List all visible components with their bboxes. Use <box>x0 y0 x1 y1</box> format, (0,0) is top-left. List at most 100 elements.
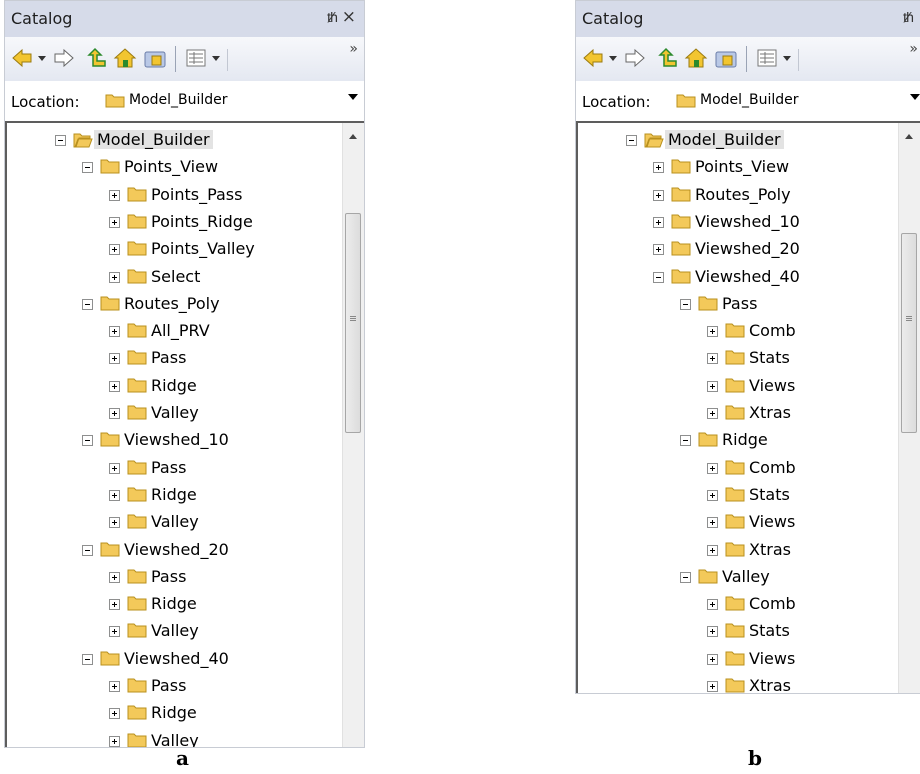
folder-icon <box>725 487 745 502</box>
home-folder-icon[interactable] <box>113 47 137 69</box>
folder-icon <box>725 350 745 365</box>
expand-icon[interactable] <box>109 489 120 501</box>
expand-icon[interactable] <box>707 653 718 665</box>
expand-icon[interactable] <box>109 571 120 583</box>
collapse-icon[interactable] <box>82 435 93 447</box>
tree-node-label: Points_View <box>124 157 219 177</box>
back-arrow-icon[interactable] <box>11 47 33 69</box>
expand-icon[interactable] <box>109 681 120 692</box>
tree-node-label: Select <box>151 266 201 286</box>
vertical-scrollbar[interactable] <box>898 123 920 693</box>
scrollbar-thumb[interactable] <box>345 213 361 433</box>
view-dropdown-icon[interactable] <box>782 53 792 63</box>
chevron-down-icon[interactable] <box>910 94 920 100</box>
expand-icon[interactable] <box>707 544 718 556</box>
expand-icon[interactable] <box>653 189 664 201</box>
back-dropdown-icon[interactable] <box>608 53 618 63</box>
collapse-icon[interactable] <box>680 435 691 447</box>
expand-icon[interactable] <box>109 735 120 747</box>
tree-node-label: Viewshed_10 <box>124 430 229 450</box>
expand-icon[interactable] <box>109 517 120 529</box>
connect-folder-icon[interactable] <box>143 47 167 69</box>
expand-icon[interactable] <box>707 517 718 529</box>
folder-icon <box>100 159 120 174</box>
expand-icon[interactable] <box>707 353 718 365</box>
location-dropdown[interactable]: Model_Builder <box>97 88 364 112</box>
expand-icon[interactable] <box>109 353 120 365</box>
view-options-icon[interactable] <box>756 47 778 69</box>
collapse-icon[interactable] <box>653 271 664 283</box>
forward-arrow-icon[interactable] <box>624 47 646 69</box>
home-folder-icon[interactable] <box>684 47 708 69</box>
tree-node-label: Model_Builder <box>665 130 784 149</box>
pin-icon[interactable]: ᵺ <box>327 9 338 26</box>
expand-icon[interactable] <box>109 708 120 720</box>
scroll-up-icon[interactable] <box>905 134 913 139</box>
collapse-icon[interactable] <box>680 298 691 310</box>
collapse-icon[interactable] <box>55 135 66 146</box>
forward-arrow-icon[interactable] <box>53 47 75 69</box>
tree-node-label: Valley <box>151 403 199 422</box>
collapse-icon[interactable] <box>626 135 637 146</box>
toolbar-overflow-icon[interactable]: » <box>349 41 358 57</box>
expand-icon[interactable] <box>653 162 664 174</box>
expand-icon[interactable] <box>109 244 120 256</box>
up-one-level-icon[interactable] <box>656 47 678 69</box>
expand-icon[interactable] <box>707 408 718 419</box>
expand-icon[interactable] <box>109 626 120 638</box>
back-dropdown-icon[interactable] <box>37 53 47 63</box>
collapse-icon[interactable] <box>680 571 691 583</box>
connect-folder-icon[interactable] <box>714 47 738 69</box>
expand-icon[interactable] <box>109 408 120 419</box>
folder-icon <box>698 296 718 311</box>
folder-icon <box>127 678 147 693</box>
expand-icon[interactable] <box>109 380 120 392</box>
expand-icon[interactable] <box>653 244 664 256</box>
collapse-icon[interactable] <box>82 653 93 665</box>
expand-icon[interactable] <box>109 599 120 611</box>
catalog-tree: Model_Builder Points_View Routes_Poly Views… <box>578 123 898 693</box>
expand-icon[interactable] <box>707 681 718 692</box>
collapse-icon[interactable] <box>82 162 93 174</box>
expand-icon[interactable] <box>653 216 664 228</box>
figure-caption-b: b <box>748 746 762 770</box>
expand-icon[interactable] <box>707 326 718 338</box>
expand-icon[interactable] <box>109 462 120 474</box>
expand-icon[interactable] <box>707 599 718 611</box>
catalog-toolbar: » <box>5 37 364 82</box>
tree-node-label: Valley <box>722 566 770 586</box>
expand-icon[interactable] <box>109 216 120 228</box>
tree-node-label: Points_View <box>695 157 790 177</box>
folder-icon <box>100 296 120 311</box>
expand-icon[interactable] <box>109 189 120 201</box>
collapse-icon[interactable] <box>82 298 93 310</box>
collapse-icon[interactable] <box>82 544 93 556</box>
expand-icon[interactable] <box>707 380 718 392</box>
scroll-up-icon[interactable] <box>349 134 357 139</box>
toolbar-overflow-icon[interactable]: » <box>909 41 918 57</box>
folder-icon <box>725 678 745 693</box>
tree-node-label: Stats <box>749 621 790 641</box>
up-one-level-icon[interactable] <box>85 47 107 69</box>
folder-icon <box>725 460 745 475</box>
tree-node-label: Routes_Poly <box>695 184 791 204</box>
view-options-icon[interactable] <box>185 47 207 69</box>
back-arrow-icon[interactable] <box>582 47 604 69</box>
location-dropdown[interactable]: Model_Builder <box>668 88 920 112</box>
expand-icon[interactable] <box>109 271 120 283</box>
folder-icon <box>676 94 696 108</box>
close-icon[interactable]: × <box>342 7 356 27</box>
chevron-down-icon[interactable] <box>348 94 358 100</box>
catalog-titlebar: Catalog ᵺ <box>576 1 920 37</box>
view-dropdown-icon[interactable] <box>211 53 221 63</box>
location-bar: Location: Model_Builder <box>5 81 364 121</box>
expand-icon[interactable] <box>707 462 718 474</box>
pin-icon[interactable]: ᵺ <box>903 9 914 26</box>
vertical-scrollbar[interactable] <box>342 123 364 747</box>
expand-icon[interactable] <box>707 489 718 501</box>
scrollbar-thumb[interactable] <box>901 233 917 433</box>
folder-icon <box>725 405 745 420</box>
expand-icon[interactable] <box>109 326 120 338</box>
catalog-title: Catalog <box>11 9 73 28</box>
expand-icon[interactable] <box>707 626 718 638</box>
